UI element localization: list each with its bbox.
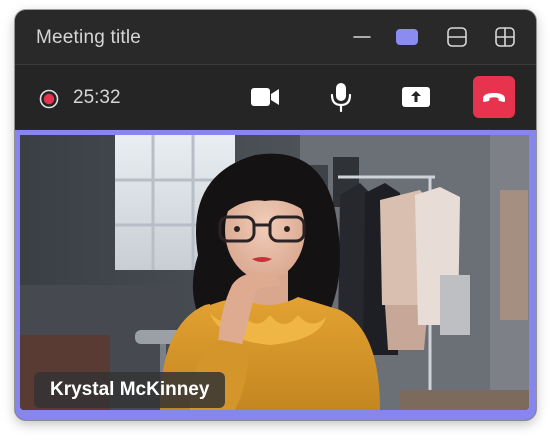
participant-name: Krystal McKinney <box>50 379 210 400</box>
active-speaker-frame: Krystal McKinney <box>15 130 536 420</box>
participant-video[interactable]: Krystal McKinney <box>20 135 529 410</box>
video-camera-icon <box>251 88 279 106</box>
share-screen-icon <box>402 87 430 107</box>
microphone-button[interactable] <box>321 77 361 117</box>
hang-up-icon <box>483 93 505 102</box>
meeting-window: Meeting title 25:32 Krystal McKinney <box>15 10 536 420</box>
minimize-icon <box>353 36 371 38</box>
participant-video-image <box>20 135 529 410</box>
single-view-icon <box>396 29 418 45</box>
grid-view-icon <box>495 27 515 47</box>
participant-name-tag: Krystal McKinney <box>34 372 226 408</box>
title-bar: Meeting title <box>15 10 536 65</box>
minimize-button[interactable] <box>350 25 374 49</box>
camera-button[interactable] <box>245 77 285 117</box>
call-control-bar: 25:32 <box>15 65 536 129</box>
grid-view-button[interactable] <box>493 25 517 49</box>
meeting-title: Meeting title <box>36 27 142 48</box>
call-timer: 25:32 <box>73 87 121 108</box>
hang-up-button[interactable] <box>473 76 515 118</box>
single-view-button[interactable] <box>395 25 419 49</box>
split-view-icon <box>447 27 467 47</box>
record-icon <box>39 89 59 109</box>
share-screen-button[interactable] <box>396 77 436 117</box>
microphone-icon <box>330 83 352 112</box>
split-view-button[interactable] <box>445 25 469 49</box>
